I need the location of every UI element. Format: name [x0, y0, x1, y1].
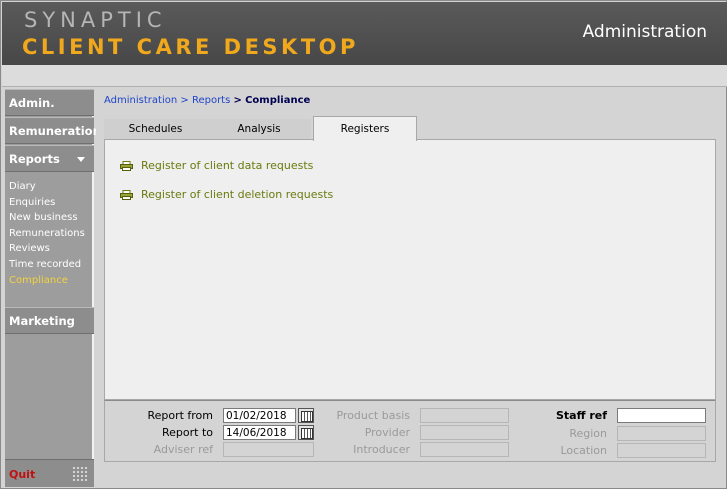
- breadcrumb-separator: >: [180, 95, 189, 106]
- submenu-item-remunerations[interactable]: Remunerations: [5, 226, 94, 242]
- submenu-item-diary[interactable]: Diary: [5, 179, 94, 195]
- report-to-input[interactable]: [223, 425, 296, 440]
- staff-ref-input[interactable]: [617, 408, 706, 423]
- logo-client-care-desktop: CLIENT CARE DESKTOP: [22, 35, 359, 59]
- adviser-ref-input: [223, 442, 314, 457]
- submenu-item-compliance[interactable]: Compliance: [5, 273, 94, 289]
- breadcrumb-separator: >: [233, 95, 242, 106]
- sidebar-item-admin[interactable]: Admin.: [5, 89, 94, 116]
- section-title: Administration: [582, 22, 707, 42]
- report-from-label: Report from: [147, 409, 213, 422]
- region-input: [617, 426, 706, 441]
- printer-icon: [120, 161, 133, 171]
- introducer-input: [420, 442, 509, 457]
- report-link-label: Register of client data requests: [141, 159, 314, 172]
- logo-synaptic: SYNAPTIC: [24, 8, 167, 32]
- report-link-label: Register of client deletion requests: [141, 188, 334, 201]
- breadcrumb-current: Compliance: [245, 95, 311, 106]
- report-link-client-deletion-requests[interactable]: Register of client deletion requests: [120, 188, 334, 202]
- report-link-client-data-requests[interactable]: Register of client data requests: [120, 159, 314, 173]
- region-label: Region: [569, 427, 607, 440]
- printer-icon: [120, 190, 133, 200]
- calendar-icon[interactable]: [298, 425, 314, 440]
- adviser-ref-label: Adviser ref: [153, 443, 213, 456]
- tab-registers[interactable]: Registers: [313, 116, 417, 141]
- breadcrumb-reports[interactable]: Reports: [192, 95, 230, 106]
- filter-panel: Report from Report to Adviser ref Produc…: [104, 400, 716, 462]
- sidebar-item-remuneration[interactable]: Remuneration: [5, 117, 101, 144]
- product-basis-input: [420, 408, 509, 423]
- main-content: Administration > Reports > Compliance Sc…: [96, 89, 725, 487]
- quit-bar: Quit: [5, 459, 94, 487]
- reports-submenu: Diary Enquiries New business Remuneratio…: [5, 179, 94, 288]
- tab-bar: Schedules Analysis Registers: [104, 116, 716, 141]
- staff-ref-label: Staff ref: [555, 409, 607, 422]
- introducer-label: Introducer: [353, 443, 410, 456]
- location-label: Location: [560, 444, 607, 457]
- resize-grip-icon[interactable]: [72, 466, 88, 482]
- sidebar: Admin. Remuneration Reports Diary Enquir…: [5, 89, 101, 487]
- provider-label: Provider: [364, 426, 410, 439]
- submenu-item-time-recorded[interactable]: Time recorded: [5, 257, 94, 273]
- app-window: SYNAPTIC CLIENT CARE DESKTOP Administrat…: [0, 0, 727, 489]
- report-from-input[interactable]: [223, 408, 296, 423]
- sidebar-item-marketing[interactable]: Marketing: [5, 307, 94, 334]
- product-basis-label: Product basis: [336, 409, 410, 422]
- submenu-item-reviews[interactable]: Reviews: [5, 241, 94, 257]
- breadcrumb: Administration > Reports > Compliance: [104, 95, 310, 106]
- report-to-label: Report to: [161, 426, 213, 439]
- tab-schedules[interactable]: Schedules: [104, 119, 207, 140]
- registers-panel: Register of client data requests Registe…: [104, 139, 716, 400]
- breadcrumb-administration[interactable]: Administration: [104, 95, 177, 106]
- sidebar-item-reports[interactable]: Reports: [5, 145, 94, 172]
- chevron-down-icon: [77, 157, 85, 162]
- toolbar-strip: [2, 65, 727, 87]
- tab-analysis[interactable]: Analysis: [207, 119, 311, 140]
- submenu-item-enquiries[interactable]: Enquiries: [5, 195, 94, 211]
- sidebar-item-reports-label: Reports: [9, 152, 60, 166]
- header-banner: SYNAPTIC CLIENT CARE DESKTOP Administrat…: [2, 2, 727, 65]
- provider-input: [420, 425, 509, 440]
- calendar-icon[interactable]: [298, 408, 314, 423]
- location-input: [617, 443, 706, 458]
- submenu-item-new-business[interactable]: New business: [5, 210, 94, 226]
- quit-button[interactable]: Quit: [9, 468, 35, 481]
